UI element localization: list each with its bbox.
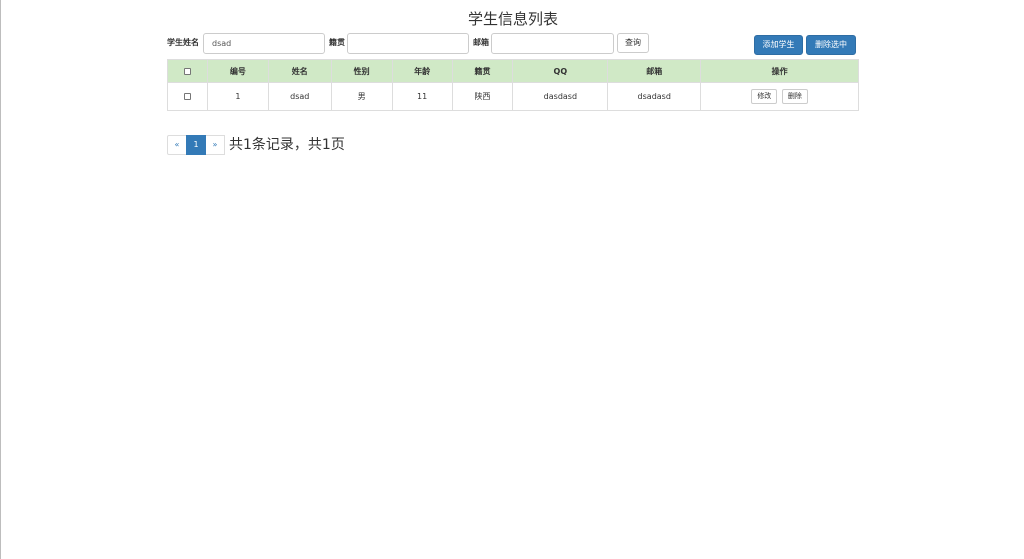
- student-table: 编号 姓名 性别 年龄 籍贯 QQ 邮箱 操作 1 dsad 男 11 陕西 d…: [167, 59, 859, 111]
- cell-name: dsad: [267, 82, 332, 111]
- table-row: 1 dsad 男 11 陕西 dasdasd dsadasd 修改 删除: [167, 82, 859, 111]
- student-list-container: 学生信息列表 学生姓名 籍贯 邮箱 查询 添加学生 删除选中 编号 姓名 性别 …: [167, 0, 859, 155]
- add-student-button[interactable]: 添加学生: [754, 35, 803, 55]
- window-left-border: [0, 0, 1, 559]
- cell-gender: 男: [330, 82, 393, 111]
- cell-qq: dasdasd: [512, 82, 609, 111]
- next-page-button[interactable]: »: [205, 135, 225, 155]
- email-label: 邮箱: [473, 38, 489, 47]
- name-label: 学生姓名: [167, 38, 199, 47]
- delete-selected-button[interactable]: 删除选中: [806, 35, 856, 55]
- cell-id: 1: [206, 82, 269, 111]
- pagination: « 1 » 共1条记录，共1页: [167, 135, 345, 155]
- edit-button[interactable]: 修改: [751, 89, 778, 104]
- table-header-row: 编号 姓名 性别 年龄 籍贯 QQ 邮箱 操作: [167, 59, 859, 83]
- query-button[interactable]: 查询: [617, 33, 649, 53]
- cell-email: dsadasd: [607, 82, 702, 111]
- name-search-input[interactable]: [203, 33, 325, 54]
- page-title: 学生信息列表: [467, 10, 558, 28]
- cell-hometown: 陕西: [451, 82, 514, 111]
- column-header-age: 年龄: [391, 59, 453, 83]
- column-header-actions: 操作: [700, 59, 859, 83]
- column-header-email: 邮箱: [607, 59, 702, 83]
- column-header-name: 姓名: [267, 59, 332, 83]
- row-checkbox[interactable]: [183, 93, 191, 100]
- pagination-summary: 共1条记录，共1页: [229, 137, 345, 153]
- cell-age: 11: [391, 82, 453, 111]
- hometown-search-input[interactable]: [347, 33, 469, 54]
- search-form: 学生姓名 籍贯 邮箱 查询 添加学生 删除选中: [167, 32, 859, 56]
- email-search-input[interactable]: [491, 33, 614, 54]
- column-header-id: 编号: [206, 59, 269, 83]
- select-all-checkbox[interactable]: [183, 67, 191, 75]
- cell-actions: 修改 删除: [700, 82, 859, 111]
- column-header-gender: 性别: [330, 59, 393, 83]
- prev-page-button[interactable]: «: [167, 135, 187, 155]
- select-all-cell: [167, 59, 208, 83]
- delete-button[interactable]: 删除: [781, 89, 808, 104]
- column-header-qq: QQ: [512, 59, 609, 83]
- row-select-cell: [167, 82, 208, 111]
- page-1-button[interactable]: 1: [186, 135, 206, 155]
- hometown-label: 籍贯: [329, 38, 345, 47]
- column-header-hometown: 籍贯: [451, 59, 514, 83]
